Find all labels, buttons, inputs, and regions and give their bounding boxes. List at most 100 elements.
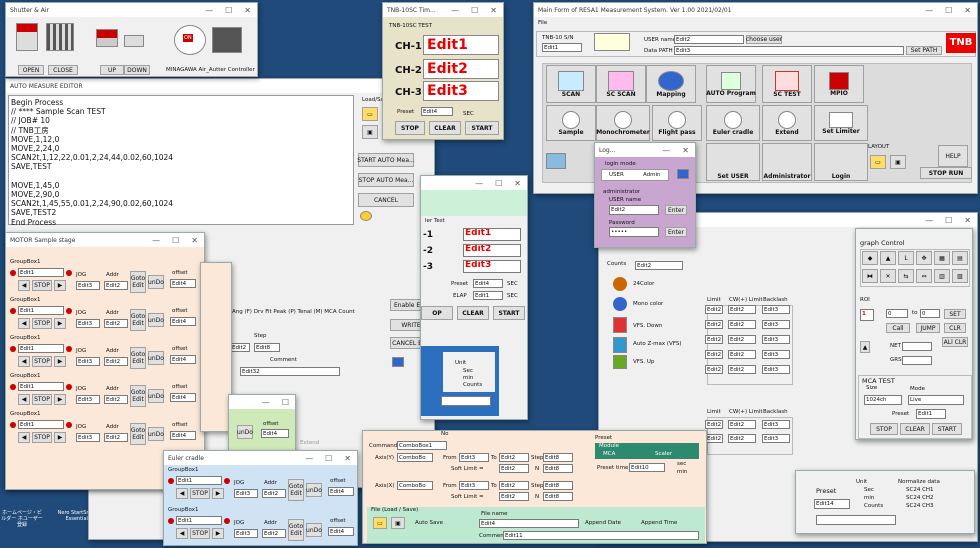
extend-button[interactable]: Extend: [762, 105, 812, 141]
chart-button[interactable]: ▦: [934, 251, 950, 265]
close-icon[interactable]: ✕: [964, 216, 971, 225]
expand-button[interactable]: ⧓: [862, 269, 878, 283]
jog-left-button[interactable]: ◀: [176, 528, 188, 539]
axis-x-combo[interactable]: ComboBo: [397, 481, 433, 490]
unit-sec[interactable]: Sec: [864, 487, 874, 493]
monochrometer-button[interactable]: Monochrometer: [596, 105, 650, 141]
set-user-button[interactable]: Set USER: [706, 143, 760, 181]
counts-field[interactable]: Edit2: [635, 261, 683, 270]
roi-jump-button[interactable]: JUMP: [916, 323, 940, 333]
flight-pass-button[interactable]: Flight pass: [652, 105, 702, 141]
step-field[interactable]: Edit8: [254, 343, 280, 352]
comment-field[interactable]: Edit32: [240, 367, 340, 376]
limit-cell[interactable]: Edit2: [705, 305, 723, 314]
jog-right-button[interactable]: ▶: [212, 488, 224, 499]
fit-button[interactable]: ⇔: [916, 269, 932, 283]
minimize-icon[interactable]: —: [925, 216, 933, 225]
goto-button[interactable]: Goto Edit: [130, 271, 146, 293]
position-field[interactable]: Edit1: [176, 476, 222, 485]
y-soft-field[interactable]: Edit2: [499, 464, 529, 473]
undo-button[interactable]: unDo: [148, 389, 164, 403]
graph-2-button[interactable]: ▥: [934, 269, 950, 283]
jog-left-button[interactable]: ◀: [18, 356, 30, 367]
offset-field[interactable]: Edit4: [328, 527, 354, 536]
limit-cell[interactable]: Edit2: [705, 350, 723, 359]
x-to-field[interactable]: Edit2: [499, 481, 529, 490]
login-enter-button[interactable]: Enter: [665, 205, 687, 215]
roi-from-field[interactable]: 0: [886, 309, 908, 318]
y-n-field[interactable]: Edit8: [543, 464, 573, 473]
color-24-label[interactable]: 24Color: [633, 281, 654, 287]
mapping-button[interactable]: Mapping: [646, 65, 696, 103]
data-path-field[interactable]: Edit3: [674, 46, 904, 55]
addr-field[interactable]: Edit2: [104, 395, 128, 404]
shutter-open-button[interactable]: OPEN: [18, 65, 44, 75]
command-combo[interactable]: ComboBox1: [397, 441, 447, 450]
y-to-field[interactable]: Edit2: [499, 453, 529, 462]
minimize-icon[interactable]: —: [305, 454, 313, 463]
offset-field[interactable]: Edit4: [170, 317, 196, 326]
jog-right-button[interactable]: ▶: [54, 394, 66, 405]
maximize-icon[interactable]: ☐: [282, 398, 289, 407]
close-icon[interactable]: ✕: [682, 146, 689, 155]
undo-button[interactable]: unDo: [148, 427, 164, 441]
stop-button[interactable]: STOP: [32, 356, 52, 367]
maximize-icon[interactable]: ☐: [172, 236, 179, 245]
login-admin-radio[interactable]: Admin: [643, 172, 661, 178]
clear-button[interactable]: CLEAR: [457, 306, 489, 320]
start-button[interactable]: START: [493, 306, 525, 320]
mca-start-button[interactable]: START: [932, 423, 962, 435]
cw-cell[interactable]: Edit2: [728, 365, 756, 374]
open-script-button[interactable]: ▭: [362, 107, 378, 121]
shutter-close-button[interactable]: CLOSE: [48, 65, 78, 75]
jog-right-button[interactable]: ▶: [54, 432, 66, 443]
cw-cell[interactable]: Edit2: [728, 434, 756, 443]
limit-cell[interactable]: Edit2: [705, 320, 723, 329]
stop-button[interactable]: STOP: [190, 528, 210, 539]
jog-right-button[interactable]: ▶: [54, 318, 66, 329]
euler-cradle-button[interactable]: Euler cradle: [706, 105, 760, 141]
goto-button[interactable]: Goto Edit: [130, 385, 146, 407]
y-from-field[interactable]: Edit3: [459, 453, 489, 462]
x-n-field[interactable]: Edit8: [543, 492, 573, 501]
auto-program-button[interactable]: AUTO Program: [706, 65, 756, 103]
normalize-ch3[interactable]: SC24 CH3: [906, 503, 934, 509]
maximize-icon[interactable]: ☐: [945, 216, 952, 225]
unit-min[interactable]: min: [864, 495, 874, 501]
undo-button[interactable]: unDo: [148, 275, 164, 289]
stop-run-button[interactable]: STOP RUN: [920, 167, 972, 179]
move-button[interactable]: ⇆: [898, 269, 914, 283]
up-button[interactable]: UP: [100, 65, 124, 75]
vfs-down-icon[interactable]: [613, 317, 627, 333]
stop-button[interactable]: STOP: [190, 488, 210, 499]
ch2-field[interactable]: Edit2: [423, 59, 499, 79]
stop-button[interactable]: STOP: [32, 394, 52, 405]
minimize-icon[interactable]: —: [152, 236, 160, 245]
jog-left-button[interactable]: ◀: [18, 432, 30, 443]
file-menu[interactable]: File: [538, 20, 547, 26]
save-layout-button[interactable]: ▣: [890, 155, 906, 169]
goto-button[interactable]: Goto Edit: [130, 347, 146, 369]
position-field[interactable]: Edit1: [18, 344, 64, 353]
jog-field[interactable]: Edit3: [76, 357, 100, 366]
jog-field[interactable]: Edit3: [76, 433, 100, 442]
minimize-icon[interactable]: —: [662, 146, 670, 155]
close-icon[interactable]: ✕: [244, 6, 251, 15]
start-auto-button[interactable]: START AUTO Mea...: [357, 153, 415, 167]
ch3-field[interactable]: Edit3: [423, 81, 499, 101]
roi-index-field[interactable]: 1: [860, 309, 874, 321]
position-field[interactable]: Edit1: [18, 420, 64, 429]
start-button[interactable]: START: [465, 121, 499, 135]
offset-field[interactable]: Edit4: [170, 393, 196, 402]
jog-left-button[interactable]: ◀: [176, 488, 188, 499]
offset-field[interactable]: Edit4: [170, 279, 196, 288]
scan-button[interactable]: SCAN: [546, 65, 596, 103]
stop-auto-button[interactable]: STOP AUTO Mea...: [358, 173, 414, 187]
jog-field[interactable]: Edit3: [76, 319, 100, 328]
maximize-icon[interactable]: ☐: [495, 179, 502, 188]
cancel-button[interactable]: CANCEL: [358, 193, 414, 207]
stop-button[interactable]: STOP: [395, 121, 425, 135]
undo-button[interactable]: unDo: [306, 523, 322, 537]
login-button[interactable]: Login: [814, 143, 868, 181]
mpio-button[interactable]: MPIO: [814, 65, 864, 103]
